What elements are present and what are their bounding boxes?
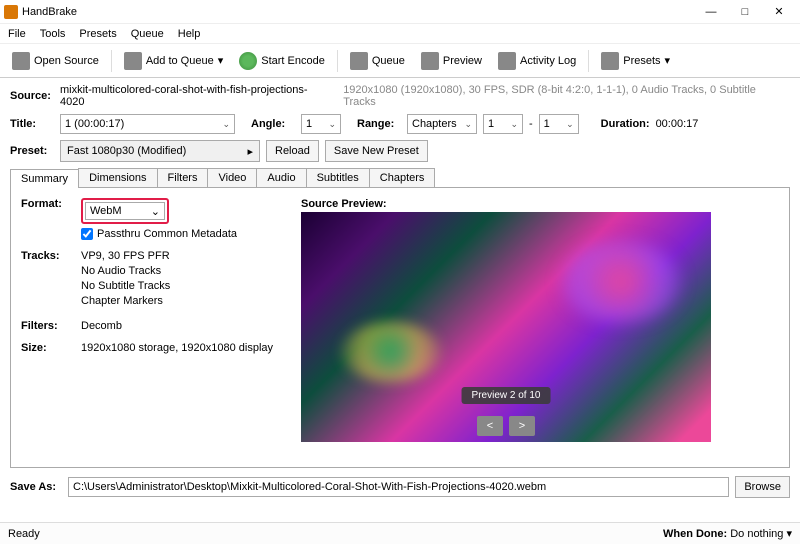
reload-button[interactable]: Reload (266, 140, 319, 162)
preview-button[interactable]: Preview (415, 49, 488, 73)
source-name: mixkit-multicolored-coral-shot-with-fish… (60, 84, 331, 108)
range-from-dropdown[interactable]: 1⌄ (483, 114, 523, 134)
when-done-dropdown[interactable]: Do nothing ▾ (730, 528, 792, 540)
menu-help[interactable]: Help (178, 28, 201, 40)
play-icon (239, 52, 257, 70)
track-line: Chapter Markers (81, 295, 170, 307)
preview-icon (421, 52, 439, 70)
window-title: HandBrake (22, 6, 694, 18)
activity-log-button[interactable]: Activity Log (492, 49, 582, 73)
open-source-button[interactable]: Open Source (6, 49, 105, 73)
size-value: 1920x1080 storage, 1920x1080 display (81, 342, 273, 354)
tab-dimensions[interactable]: Dimensions (78, 168, 157, 187)
title-dropdown[interactable]: 1 (00:00:17)⌄ (60, 114, 235, 134)
preview-next-button[interactable]: > (509, 416, 535, 436)
add-queue-icon (124, 52, 142, 70)
source-preview-image[interactable]: Preview 2 of 10 < > (301, 212, 711, 442)
menu-queue[interactable]: Queue (131, 28, 164, 40)
tab-summary[interactable]: Summary (10, 169, 79, 188)
tab-video[interactable]: Video (207, 168, 257, 187)
film-icon (12, 52, 30, 70)
preview-counter: Preview 2 of 10 (462, 387, 551, 404)
menu-file[interactable]: File (8, 28, 26, 40)
filters-label: Filters: (21, 320, 81, 332)
save-new-preset-button[interactable]: Save New Preset (325, 140, 428, 162)
duration-value: 00:00:17 (656, 118, 699, 130)
filters-value: Decomb (81, 320, 122, 332)
tab-subtitles[interactable]: Subtitles (306, 168, 370, 187)
tab-audio[interactable]: Audio (256, 168, 306, 187)
save-as-input[interactable] (68, 477, 729, 497)
preset-label: Preset: (10, 145, 54, 157)
duration-label: Duration: (601, 118, 650, 130)
presets-icon (601, 52, 619, 70)
tab-chapters[interactable]: Chapters (369, 168, 436, 187)
angle-dropdown[interactable]: 1⌄ (301, 114, 341, 134)
save-as-label: Save As: (10, 481, 62, 493)
presets-button[interactable]: Presets▾ (595, 49, 676, 73)
close-button[interactable]: ✕ (762, 1, 796, 23)
source-label: Source: (10, 90, 54, 102)
add-to-queue-button[interactable]: Add to Queue▾ (118, 49, 229, 73)
track-line: No Audio Tracks (81, 265, 170, 277)
log-icon (498, 52, 516, 70)
status-text: Ready (8, 528, 40, 540)
maximize-button[interactable]: □ (728, 1, 762, 23)
format-dropdown[interactable]: WebM⌄ (85, 202, 165, 220)
passthru-checkbox[interactable]: Passthru Common Metadata (81, 228, 237, 240)
size-label: Size: (21, 342, 81, 354)
track-line: No Subtitle Tracks (81, 280, 170, 292)
range-type-dropdown[interactable]: Chapters⌄ (407, 114, 477, 134)
queue-icon (350, 52, 368, 70)
range-label: Range: (357, 118, 401, 130)
source-info: 1920x1080 (1920x1080), 30 FPS, SDR (8-bi… (343, 84, 790, 108)
start-encode-button[interactable]: Start Encode (233, 49, 331, 73)
format-label: Format: (21, 198, 81, 210)
title-label: Title: (10, 118, 54, 130)
preset-dropdown[interactable]: Fast 1080p30 (Modified)▸ (60, 140, 260, 162)
menu-tools[interactable]: Tools (40, 28, 66, 40)
preview-prev-button[interactable]: < (477, 416, 503, 436)
when-done-label: When Done: (663, 528, 727, 540)
app-icon (4, 5, 18, 19)
minimize-button[interactable]: — (694, 1, 728, 23)
menu-presets[interactable]: Presets (79, 28, 116, 40)
track-line: VP9, 30 FPS PFR (81, 250, 170, 262)
source-preview-label: Source Preview: (301, 198, 779, 210)
browse-button[interactable]: Browse (735, 476, 790, 498)
tab-filters[interactable]: Filters (157, 168, 209, 187)
queue-button[interactable]: Queue (344, 49, 411, 73)
range-to-dropdown[interactable]: 1⌄ (539, 114, 579, 134)
format-highlight: WebM⌄ (81, 198, 169, 224)
angle-label: Angle: (251, 118, 295, 130)
tracks-label: Tracks: (21, 250, 81, 262)
